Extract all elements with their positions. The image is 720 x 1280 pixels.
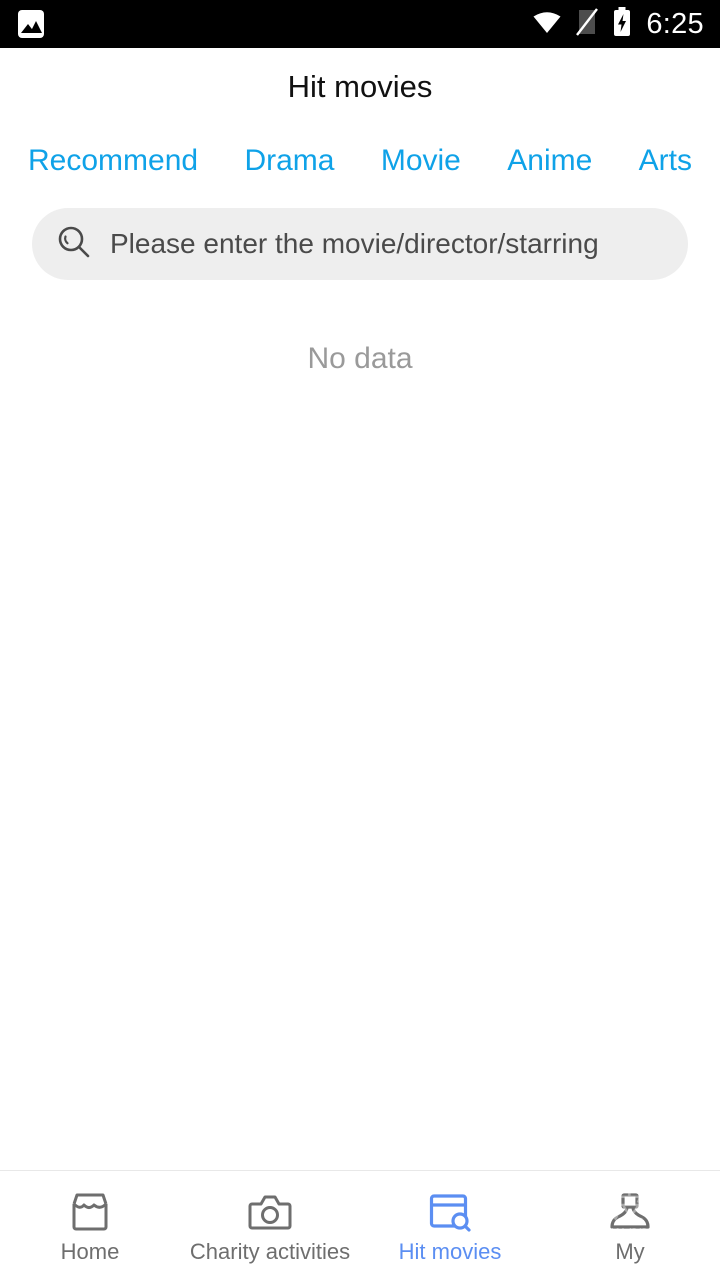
status-bar-left bbox=[18, 10, 44, 38]
store-icon bbox=[67, 1189, 113, 1235]
image-notification-icon bbox=[18, 10, 44, 38]
nav-label-hit-movies: Hit movies bbox=[398, 1238, 502, 1264]
search-input[interactable] bbox=[110, 208, 664, 280]
nav-item-home[interactable]: Home bbox=[0, 1171, 180, 1280]
status-bar-clock: 6:25 bbox=[646, 7, 704, 40]
bottom-navigation-bar: Home Charity activities Hit movies My 皮皮… bbox=[0, 1170, 720, 1280]
nav-label-home: Home bbox=[60, 1238, 120, 1264]
camera-icon bbox=[247, 1189, 293, 1235]
nav-item-hit-movies[interactable]: Hit movies bbox=[360, 1171, 540, 1280]
nav-item-my[interactable]: My bbox=[540, 1171, 720, 1280]
content-area: No data bbox=[0, 280, 720, 1170]
person-icon bbox=[607, 1189, 653, 1235]
tab-movie[interactable]: Movie bbox=[381, 146, 461, 176]
page-title: Hit movies bbox=[287, 69, 433, 104]
empty-state-message: No data bbox=[307, 342, 413, 375]
nav-label-charity-activities: Charity activities bbox=[189, 1238, 351, 1264]
status-bar-right: 6:25 bbox=[532, 6, 704, 42]
page-title-bar: Hit movies bbox=[0, 48, 720, 126]
nav-label-my: My bbox=[615, 1238, 645, 1264]
tab-recommend[interactable]: Recommend bbox=[28, 146, 198, 176]
no-sim-icon bbox=[576, 7, 599, 41]
app-screen: 6:25 Hit movies Recommend Drama Movie An… bbox=[0, 0, 720, 1280]
battery-charging-icon bbox=[612, 6, 632, 42]
wifi-icon bbox=[532, 10, 562, 39]
category-tab-strip[interactable]: Recommend Drama Movie Anime Arts bbox=[0, 126, 720, 196]
search-section bbox=[0, 196, 720, 280]
nav-item-charity-activities[interactable]: Charity activities bbox=[180, 1171, 360, 1280]
search-bar[interactable] bbox=[32, 208, 688, 280]
search-icon bbox=[56, 224, 92, 265]
window-search-icon bbox=[427, 1189, 473, 1235]
status-bar: 6:25 bbox=[0, 0, 720, 48]
tab-anime[interactable]: Anime bbox=[507, 146, 592, 176]
tab-drama[interactable]: Drama bbox=[244, 146, 334, 176]
tab-arts[interactable]: Arts bbox=[639, 146, 692, 176]
